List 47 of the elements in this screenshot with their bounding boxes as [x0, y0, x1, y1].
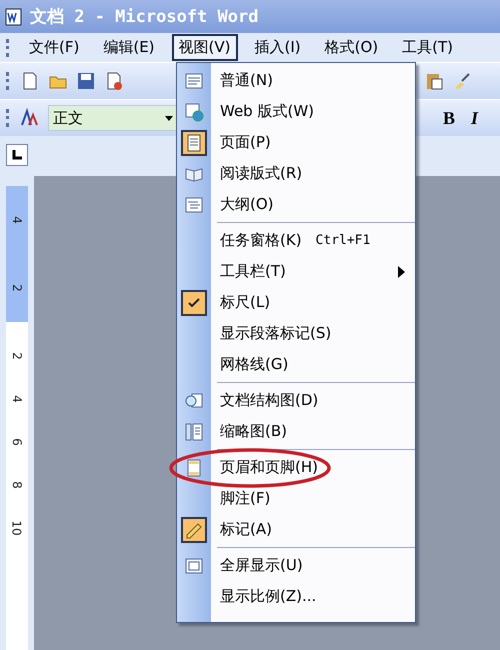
- menu-item[interactable]: 标记(A): [177, 514, 415, 545]
- ruler-number: 2: [11, 284, 23, 292]
- thumbnails-icon: [184, 422, 204, 442]
- menu-item[interactable]: 全屏显示(U): [177, 550, 415, 581]
- ruler-number: 4: [11, 216, 23, 224]
- menu-title[interactable]: 文件(F): [22, 34, 86, 61]
- style-dropdown[interactable]: 正文: [48, 105, 178, 131]
- format-button[interactable]: B: [438, 108, 459, 128]
- styles-icon: [20, 108, 40, 128]
- outline-view-icon: [184, 194, 204, 214]
- ruler-number: 6: [11, 438, 23, 446]
- normal-view-icon: [184, 70, 204, 90]
- menu-item[interactable]: 显示比例(Z)...: [177, 581, 415, 612]
- word-app-icon: [4, 6, 24, 26]
- format-button[interactable]: I: [466, 108, 482, 128]
- menu-item[interactable]: 缩略图(B): [177, 416, 415, 447]
- menu-item[interactable]: 标尺(L): [177, 287, 415, 318]
- menu-item[interactable]: 大纲(O): [177, 189, 415, 220]
- ruler-number: 2: [11, 352, 23, 360]
- menu-title[interactable]: 编辑(E): [96, 34, 162, 61]
- menu-item[interactable]: 阅读版式(R): [177, 158, 415, 189]
- menu-title[interactable]: 插入(I): [248, 34, 308, 61]
- web-layout-icon: [184, 102, 204, 122]
- menu-item[interactable]: 显示段落标记(S): [177, 318, 415, 349]
- menu-item[interactable]: 脚注(F): [177, 483, 415, 514]
- menu-title[interactable]: 工具(T): [395, 34, 460, 61]
- menu-item[interactable]: 文档结构图(D): [177, 385, 415, 416]
- full-screen-icon: [184, 556, 204, 576]
- paste-icon: [424, 71, 444, 91]
- caret-icon: [165, 116, 173, 120]
- save-icon: [76, 71, 96, 91]
- tab-stop-icon: [12, 150, 22, 160]
- ruler-number: 10: [11, 520, 23, 536]
- tab-stop-selector[interactable]: [6, 144, 28, 166]
- menu-item[interactable]: 工具栏(T): [177, 256, 415, 287]
- menu-item[interactable]: 任务窗格(K) Ctrl+F1: [177, 225, 415, 256]
- menu-item[interactable]: 页面(P): [177, 127, 415, 158]
- submenu-arrow-icon: [398, 266, 405, 278]
- menu-item[interactable]: 网格线(G): [177, 349, 415, 380]
- ruler-number: 8: [11, 481, 23, 489]
- window-title: 文档 2 - Microsoft Word: [30, 6, 258, 28]
- menu-title[interactable]: 格式(O): [318, 34, 386, 61]
- menu-title[interactable]: 视图(V): [172, 34, 238, 61]
- magnifier-page-icon: [184, 390, 204, 410]
- ruler-number: 4: [11, 395, 23, 403]
- menu-item[interactable]: 页眉和页脚(H): [177, 452, 415, 483]
- menu-item[interactable]: Web 版式(W): [177, 96, 415, 127]
